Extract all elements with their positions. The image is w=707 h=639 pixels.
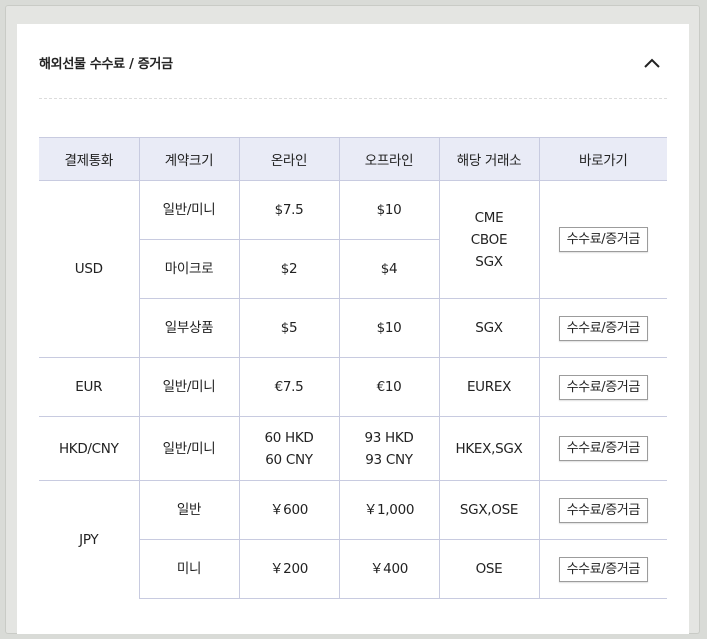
section-divider xyxy=(39,98,667,99)
online-fee-line: 60 HKD xyxy=(264,429,314,446)
online-fee-cell: 60 HKD 60 CNY xyxy=(238,416,339,481)
exchange-cell: SGX,OSE xyxy=(438,480,539,540)
online-fee-cell: $5 xyxy=(238,298,339,358)
size-cell: 마이크로 xyxy=(138,239,239,299)
exchange-line: SGX xyxy=(475,253,503,270)
online-fee-cell: $2 xyxy=(238,239,339,299)
currency-cell: USD xyxy=(39,180,139,358)
offline-fee-line: 93 HKD xyxy=(364,429,414,446)
exchange-cell: OSE xyxy=(438,539,539,599)
currency-cell: EUR xyxy=(39,357,139,417)
shortcut-cell: 수수료/증거금 xyxy=(538,480,667,540)
currency-cell: JPY xyxy=(39,480,139,599)
table-row: HKD/CNY 일반/미니 60 HKD 60 CNY 93 HKD 93 CN… xyxy=(39,416,667,481)
exchange-cell: EUREX xyxy=(438,357,539,417)
offline-fee-line: 93 CNY xyxy=(365,451,413,468)
offline-fee-cell: ￥400 xyxy=(338,539,439,599)
panel-title: 해외선물 수수료 / 증거금 xyxy=(39,57,173,72)
table-header-row: 결제통화 계약크기 온라인 오프라인 해당 거래소 바로가기 xyxy=(39,137,667,181)
header-online: 온라인 xyxy=(238,137,339,181)
exchange-cell: SGX xyxy=(438,298,539,358)
fee-margin-button[interactable]: 수수료/증거금 xyxy=(558,374,648,400)
offline-fee-cell: 93 HKD 93 CNY xyxy=(338,416,439,481)
header-currency: 결제통화 xyxy=(39,137,139,181)
exchange-cell: HKEX,SGX xyxy=(438,416,539,481)
offline-fee-cell: $10 xyxy=(338,298,439,358)
size-cell: 일반/미니 xyxy=(138,357,239,417)
exchange-line: CME xyxy=(474,209,504,226)
header-contract-size: 계약크기 xyxy=(138,137,239,181)
fee-margin-button[interactable]: 수수료/증거금 xyxy=(558,497,648,523)
exchange-line: CBOE xyxy=(470,231,508,248)
fee-table: 결제통화 계약크기 온라인 오프라인 해당 거래소 바로가기 USD 일반/미니… xyxy=(39,137,667,599)
offline-fee-cell: $10 xyxy=(338,180,439,240)
fee-margin-button[interactable]: 수수료/증거금 xyxy=(558,556,648,582)
online-fee-cell: ￥200 xyxy=(238,539,339,599)
collapse-toggle-button[interactable] xyxy=(639,52,665,74)
table-row: JPY 일반 ￥600 ￥1,000 SGX,OSE 수수료/증거금 xyxy=(39,480,667,599)
fee-margin-button[interactable]: 수수료/증거금 xyxy=(558,227,648,252)
offline-fee-cell: ￥1,000 xyxy=(338,480,439,540)
size-cell: 일부상품 xyxy=(138,298,239,358)
chevron-up-icon xyxy=(644,58,660,68)
currency-cell: HKD/CNY xyxy=(39,416,139,481)
shortcut-cell: 수수료/증거금 xyxy=(538,298,667,358)
size-cell: 미니 xyxy=(138,539,239,599)
table-row: USD 일반/미니 $7.5 $10 CME CBOE SGX 수수료/증거금 xyxy=(39,180,667,358)
fee-margin-button[interactable]: 수수료/증거금 xyxy=(558,315,648,341)
online-fee-cell: ￥600 xyxy=(238,480,339,540)
fee-margin-button[interactable]: 수수료/증거금 xyxy=(558,436,648,461)
size-cell: 일반/미니 xyxy=(138,180,239,240)
shortcut-cell: 수수료/증거금 xyxy=(538,357,667,417)
fee-panel: 해외선물 수수료 / 증거금 결제통화 계약크기 온라인 오프라인 해당 거래소… xyxy=(17,24,689,634)
exchange-cell: CME CBOE SGX xyxy=(438,180,539,299)
header-exchange: 해당 거래소 xyxy=(438,137,539,181)
online-fee-line: 60 CNY xyxy=(265,451,313,468)
offline-fee-cell: €10 xyxy=(338,357,439,417)
shortcut-cell: 수수료/증거금 xyxy=(538,416,667,481)
online-fee-cell: $7.5 xyxy=(238,180,339,240)
size-cell: 일반 xyxy=(138,480,239,540)
shortcut-cell: 수수료/증거금 xyxy=(538,539,667,599)
header-offline: 오프라인 xyxy=(338,137,439,181)
online-fee-cell: €7.5 xyxy=(238,357,339,417)
size-cell: 일반/미니 xyxy=(138,416,239,481)
header-shortcut: 바로가기 xyxy=(538,137,667,181)
shortcut-cell: 수수료/증거금 xyxy=(538,180,667,299)
table-row: EUR 일반/미니 €7.5 €10 EUREX 수수료/증거금 xyxy=(39,357,667,417)
offline-fee-cell: $4 xyxy=(338,239,439,299)
